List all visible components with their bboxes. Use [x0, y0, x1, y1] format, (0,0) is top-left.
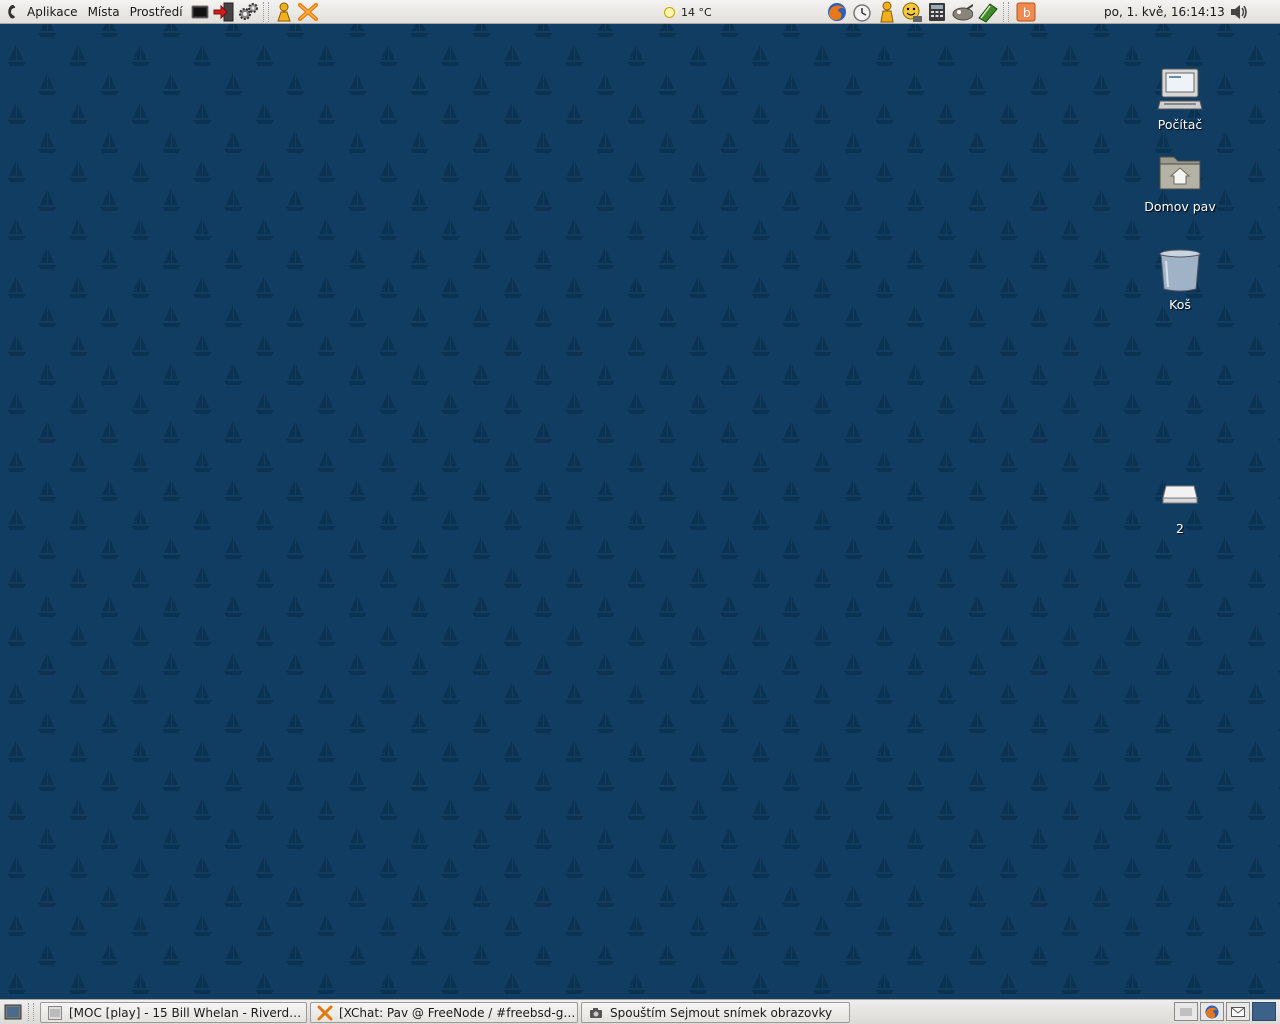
applications-menu[interactable]: Aplikace — [22, 0, 83, 24]
desktop-icon-drive[interactable]: 2 — [1132, 470, 1228, 536]
desktop-icon-label: Domov pav — [1144, 199, 1216, 214]
xchat-icon — [317, 1005, 333, 1021]
logout-icon[interactable] — [213, 1, 235, 23]
taskbar-button-moc[interactable]: [MOC [play] - 15 Bill Whelan - Riverdanc… — [40, 1002, 307, 1023]
gnome-foot-icon[interactable] — [2, 0, 22, 24]
desktop-icon-label: Koš — [1169, 297, 1191, 312]
calculator-icon[interactable] — [926, 1, 948, 23]
panel-separator — [262, 1, 269, 22]
launcher-tray: b — [824, 1, 1038, 23]
firefox-icon[interactable] — [826, 1, 848, 23]
places-menu[interactable]: Místa — [83, 0, 125, 24]
workspace-4[interactable] — [1252, 1002, 1276, 1021]
system-menu[interactable]: Prostředí — [125, 0, 188, 24]
desktop-icon-label: Počítač — [1157, 117, 1203, 132]
trash-icon — [1156, 246, 1204, 294]
desktop[interactable]: Počítač Domov pav Koš 2 — [0, 24, 1280, 999]
wallpaper-sailboat-pattern — [0, 24, 1280, 999]
taskbar-button-xchat[interactable]: [XChat: Pav @ FreeNode / #freebsd-gno... — [310, 1002, 578, 1023]
panel-handle — [1256, 2, 1276, 22]
volume-icon[interactable] — [1228, 2, 1250, 22]
temperature: 14 °C — [681, 5, 712, 19]
sun-icon — [664, 6, 675, 18]
taskbar-button-label: [XChat: Pav @ FreeNode / #freebsd-gno... — [339, 1005, 577, 1020]
svg-text:b: b — [1023, 6, 1031, 20]
taskbar-button-label: Spouštím Sejmout snímek obrazovky — [610, 1005, 833, 1020]
desktop-icon-home-folder[interactable]: Domov pav — [1132, 148, 1228, 214]
panel-separator — [1003, 2, 1009, 22]
terminal-icon[interactable] — [189, 1, 211, 23]
top-panel: Aplikace Místa Prostředí 14 °C b po, 1. … — [0, 0, 1280, 24]
gaim-buddy-icon[interactable] — [273, 1, 295, 23]
desktop-icon-trash[interactable]: Koš — [1132, 246, 1228, 312]
workspace-switcher — [1174, 1002, 1278, 1022]
settings-gears-icon[interactable] — [237, 1, 259, 23]
terminal-window-icon — [47, 1005, 63, 1021]
computer-icon — [1156, 66, 1204, 114]
workspace-2[interactable] — [1200, 1002, 1224, 1021]
desktop-icon-label: 2 — [1176, 521, 1184, 536]
gimp-icon[interactable] — [951, 1, 973, 23]
clock-app-icon[interactable] — [851, 1, 873, 23]
camera-icon — [588, 1005, 604, 1021]
smiley-icon[interactable] — [901, 1, 923, 23]
desktop-icon-computer[interactable]: Počítač — [1132, 66, 1228, 132]
buddy-icon[interactable] — [876, 1, 898, 23]
panel-separator — [28, 1003, 34, 1021]
blog-icon[interactable]: b — [1015, 1, 1037, 23]
main-menu-bar: Aplikace Místa Prostředí — [0, 0, 320, 24]
dictionary-icon[interactable] — [976, 1, 998, 23]
workspace-1[interactable] — [1174, 1002, 1198, 1021]
weather-applet[interactable]: 14 °C — [664, 0, 712, 24]
show-desktop-icon[interactable] — [2, 1002, 24, 1022]
workspace-3[interactable] — [1226, 1002, 1250, 1021]
taskbar-button-label: [MOC [play] - 15 Bill Whelan - Riverdanc… — [69, 1005, 306, 1020]
clock[interactable]: po, 1. kvě, 16:14:13 — [1104, 0, 1225, 24]
home-folder-icon — [1156, 148, 1204, 196]
taskbar-button-screenshot[interactable]: Spouštím Sejmout snímek obrazovky — [581, 1002, 850, 1023]
xchat-icon[interactable] — [297, 1, 319, 23]
bottom-panel: [MOC [play] - 15 Bill Whelan - Riverdanc… — [0, 999, 1280, 1024]
drive-icon — [1156, 470, 1204, 518]
